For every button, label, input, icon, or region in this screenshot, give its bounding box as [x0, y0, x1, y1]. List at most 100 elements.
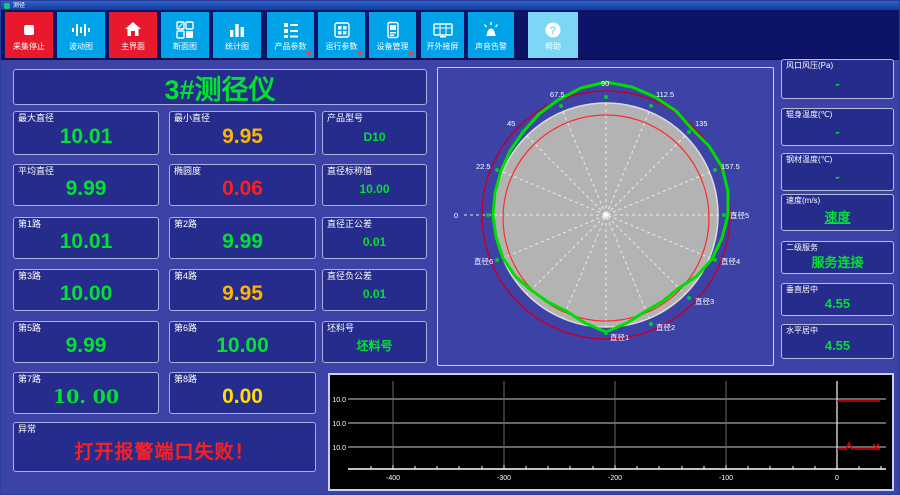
- sound-alarm-button[interactable]: 声音告警: [468, 12, 514, 58]
- siren-icon: [480, 19, 502, 41]
- diameter-trend-chart: 10.0 10.0 10.0 -400 -300 -200 -100 0: [328, 373, 894, 491]
- trend-hgrid: [348, 398, 886, 448]
- field-value: 10.00: [59, 281, 113, 305]
- svg-text:157.5: 157.5: [721, 162, 740, 171]
- svg-text:-100: -100: [719, 475, 733, 482]
- svg-text:直径4: 直径4: [721, 256, 740, 266]
- alarm-message: 打开报警端口失败！: [74, 442, 255, 464]
- svg-text:?: ?: [550, 25, 557, 37]
- app-icon: [4, 2, 10, 9]
- field-value: 0.01: [362, 234, 387, 249]
- field-channel-3: 第3路 10.00: [13, 269, 159, 311]
- service-status: 服务连接: [811, 255, 864, 271]
- home-icon: [123, 19, 143, 41]
- field-channel-2: 第2路 9.99: [169, 217, 316, 259]
- cross-section-chart: 0 22.5 45 67.5 90 112.5 135 157.5 直径5 直径…: [437, 67, 774, 366]
- field-min-diameter: 最小直径 9.95: [169, 111, 316, 155]
- svg-text:10.0: 10.0: [332, 397, 346, 404]
- cross-section-svg: 0 22.5 45 67.5 90 112.5 135 157.5 直径5 直径…: [454, 79, 749, 342]
- help-icon: ?: [543, 19, 563, 41]
- panel-wind-pressure: 风口风压(Pa) -: [781, 59, 894, 99]
- svg-text:45: 45: [507, 119, 515, 128]
- panel-horizontal-centering: 水平居中 4.55: [781, 324, 894, 359]
- dropdown-arrow-icon: [408, 52, 414, 56]
- svg-text:直径6: 直径6: [474, 256, 493, 266]
- gauge-title: 3#测径仪: [13, 69, 427, 105]
- speed-link[interactable]: 速度: [782, 204, 893, 230]
- field-channel-7: 第7路 10. 00: [13, 372, 159, 414]
- field-channel-5: 第5路 9.99: [13, 321, 159, 363]
- trend-vgrid: [392, 381, 727, 469]
- run-params-icon: [332, 19, 352, 41]
- svg-text:135: 135: [695, 119, 708, 128]
- panel-level2-service: 二级服务 服务连接: [781, 241, 894, 274]
- trend-limit-lines: [837, 400, 880, 451]
- device-manage-icon: [383, 19, 403, 41]
- field-channel-4: 第4路 9.95: [169, 269, 316, 311]
- svg-text:10.0: 10.0: [332, 421, 346, 428]
- field-value: 0.06: [222, 176, 263, 200]
- field-value: 10.00: [216, 333, 269, 357]
- field-value: 9.99: [65, 333, 107, 357]
- field-value: 0.00: [222, 384, 263, 408]
- field-product-model: 产品型号 D10: [322, 111, 427, 155]
- device-manage-button[interactable]: 设备管理: [369, 12, 416, 58]
- panel-roll-temperature: 辊身温度(℃) -: [781, 108, 894, 146]
- dropdown-arrow-icon: [306, 52, 312, 56]
- panel-value: -: [835, 168, 840, 184]
- bar-chart-icon: [227, 19, 247, 41]
- alarm-status-box: 异常 打开报警端口失败！: [13, 422, 316, 472]
- field-value: 10.00: [359, 181, 390, 196]
- panel-vertical-centering: 垂直居中 4.55: [781, 283, 894, 316]
- trend-svg: 10.0 10.0 10.0 -400 -300 -200 -100 0: [332, 381, 886, 482]
- field-value: 10.01: [59, 124, 113, 148]
- trend-y-labels: 10.0 10.0 10.0: [332, 397, 346, 452]
- svg-text:直径5: 直径5: [730, 210, 749, 220]
- help-button[interactable]: ? 帮助: [528, 12, 578, 58]
- svg-text:10.0: 10.0: [332, 445, 346, 452]
- window-titlebar: 测径: [1, 1, 899, 10]
- svg-text:直径1: 直径1: [610, 332, 629, 342]
- field-avg-diameter: 平均直径 9.99: [13, 164, 159, 206]
- stop-acquisition-button[interactable]: 采集停止: [5, 12, 53, 58]
- field-value: 0.01: [362, 286, 387, 301]
- field-value: D10: [363, 129, 386, 144]
- panel-value: -: [835, 75, 840, 91]
- waveform-view-button[interactable]: 波动图: [57, 12, 105, 58]
- svg-text:0: 0: [835, 475, 839, 482]
- field-billet-number: 坯料号 坯料号: [322, 321, 427, 363]
- product-params-icon: [281, 19, 301, 41]
- app-window: 测径 采集停止 波动图 主界面 断面图 统计图 产品参数 运行参数 设备管理 开…: [0, 0, 900, 495]
- panel-value: 4.55: [824, 296, 851, 312]
- statistics-view-button[interactable]: 统计图: [213, 12, 261, 58]
- field-nominal-diameter: 直径标称值 10.00: [322, 164, 427, 206]
- product-params-button[interactable]: 产品参数: [267, 12, 314, 58]
- svg-text:直径2: 直径2: [656, 322, 675, 332]
- waveform-icon: [70, 19, 92, 41]
- field-max-diameter: 最大直径 10.01: [13, 111, 159, 155]
- field-value: 9.99: [65, 176, 107, 200]
- center-mark: [604, 213, 608, 217]
- trend-x-labels: -400 -300 -200 -100 0: [386, 475, 839, 482]
- section-view-button[interactable]: 断面图: [161, 12, 209, 58]
- field-channel-1: 第1路 10.01: [13, 217, 159, 259]
- svg-text:90: 90: [601, 79, 609, 88]
- field-value: 9.95: [222, 124, 263, 148]
- field-ovality: 椭圆度 0.06: [169, 164, 316, 206]
- run-params-button[interactable]: 运行参数: [318, 12, 365, 58]
- svg-text:-300: -300: [497, 475, 511, 482]
- svg-text:-400: -400: [386, 475, 400, 482]
- field-tolerance-plus: 直径正公差 0.01: [322, 217, 427, 259]
- svg-text:22.5: 22.5: [476, 162, 491, 171]
- external-screen-button[interactable]: 开外接屏: [421, 12, 464, 58]
- svg-text:0: 0: [454, 211, 458, 220]
- field-channel-6: 第6路 10.00: [169, 321, 316, 363]
- stop-icon: [19, 19, 39, 41]
- svg-text:-200: -200: [608, 475, 622, 482]
- dropdown-arrow-icon: [357, 52, 363, 56]
- main-screen-button[interactable]: 主界面: [109, 12, 157, 58]
- field-value: 9.99: [222, 229, 263, 253]
- field-value: 坯料号: [356, 339, 393, 354]
- monitor-icon: [432, 19, 454, 41]
- main-toolbar: 采集停止 波动图 主界面 断面图 统计图 产品参数 运行参数 设备管理 开外接屏…: [1, 10, 899, 60]
